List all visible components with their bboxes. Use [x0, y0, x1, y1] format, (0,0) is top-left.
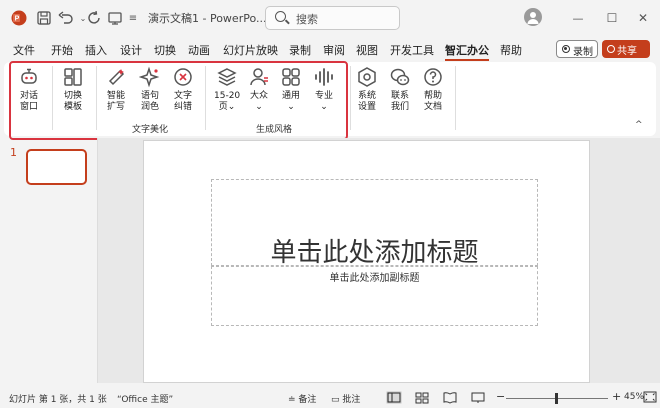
- slide-thumbnail[interactable]: [26, 149, 87, 185]
- search-input[interactable]: 搜索: [265, 6, 400, 30]
- tab-design[interactable]: 设计: [120, 42, 142, 58]
- collapse-ribbon-button[interactable]: ^: [635, 120, 643, 130]
- redo-icon[interactable]: [85, 9, 103, 27]
- contact-us-label: 联系 我们: [390, 91, 409, 112]
- zoom-out-button[interactable]: −: [496, 390, 505, 403]
- comment-icon: ▭: [331, 395, 340, 405]
- search-placeholder: 搜索: [296, 13, 318, 26]
- tab-record[interactable]: 录制: [289, 42, 311, 58]
- comments-label: 批注: [342, 395, 361, 405]
- reading-view-icon: [443, 392, 457, 404]
- chat-icon: [390, 68, 410, 86]
- from-beginning-icon[interactable]: [106, 9, 124, 27]
- maximize-button[interactable]: ☐: [603, 9, 621, 27]
- zoom-slider-thumb[interactable]: [555, 393, 558, 404]
- fit-window-icon: [643, 391, 657, 403]
- title-placeholder-text: 单击此处添加标题: [270, 238, 479, 268]
- tab-home[interactable]: 开始: [51, 42, 73, 58]
- share-button[interactable]: 共享: [602, 40, 650, 58]
- powerpoint-window: P ⌄ ≡ 演示文稿1 - PowerPo... 搜索 — ☐ ✕ 文件 开始 …: [0, 0, 660, 408]
- subtitle-placeholder-text: 单击此处添加副标题: [329, 273, 420, 284]
- tab-file[interactable]: 文件: [13, 42, 35, 58]
- slide-count: 幻灯片 第 1 张，共 1 张: [9, 395, 107, 405]
- customize-toolbar-icon[interactable]: ≡: [124, 9, 142, 27]
- zoom-in-button[interactable]: +: [612, 390, 621, 403]
- record-button[interactable]: 录制: [556, 40, 598, 58]
- search-icon: [275, 11, 286, 22]
- tab-view[interactable]: 视图: [356, 42, 378, 58]
- help-docs-button[interactable]: 帮助 文档: [422, 66, 444, 113]
- minimize-button[interactable]: —: [569, 9, 587, 27]
- save-icon[interactable]: [35, 9, 53, 27]
- notes-button[interactable]: ≐ 备注: [288, 392, 316, 405]
- svg-text:P: P: [15, 16, 20, 23]
- theme-name: “Office 主题”: [117, 395, 174, 405]
- normal-view-icon: [387, 392, 401, 403]
- ribbon-separator: [350, 66, 351, 130]
- reading-view-button[interactable]: [442, 391, 458, 404]
- share-icon: [607, 45, 615, 53]
- slide-number: 1: [10, 146, 17, 159]
- status-bar: 幻灯片 第 1 张，共 1 张 “Office 主题” ≐ 备注 ▭ 批注 − …: [0, 388, 660, 408]
- tab-help[interactable]: 帮助: [500, 42, 522, 58]
- normal-view-button[interactable]: [386, 391, 402, 404]
- tab-zhihui-office[interactable]: 智汇办公: [445, 42, 489, 61]
- tab-insert[interactable]: 插入: [85, 42, 107, 58]
- help-docs-label: 帮助 文档: [423, 91, 442, 112]
- help-icon: [424, 68, 442, 86]
- slideshow-button[interactable]: [470, 391, 486, 404]
- comments-button[interactable]: ▭ 批注: [331, 392, 360, 405]
- notes-icon: ≐: [288, 395, 296, 405]
- document-title: 演示文稿1 - PowerPo...: [148, 12, 267, 25]
- slideshow-icon: [471, 392, 485, 403]
- undo-icon[interactable]: [57, 9, 75, 27]
- powerpoint-logo-icon: P: [10, 9, 28, 27]
- title-bar: P ⌄ ≡ 演示文稿1 - PowerPo... 搜索 — ☐ ✕: [0, 0, 660, 36]
- close-button[interactable]: ✕: [634, 9, 652, 27]
- tab-animations[interactable]: 动画: [188, 42, 210, 58]
- contact-us-button[interactable]: 联系 我们: [389, 66, 411, 113]
- zoom-level[interactable]: 45%: [624, 392, 644, 402]
- settings-hex-icon: [358, 67, 376, 87]
- highlight-box: [9, 61, 348, 140]
- subtitle-placeholder[interactable]: 单击此处添加副标题: [211, 266, 538, 326]
- tab-review[interactable]: 审阅: [323, 42, 345, 58]
- system-settings-button[interactable]: 系统 设置: [356, 66, 378, 113]
- share-label: 共享: [617, 46, 637, 57]
- system-settings-label: 系统 设置: [357, 91, 376, 112]
- account-avatar[interactable]: [524, 8, 542, 26]
- tab-slideshow[interactable]: 幻灯片放映: [223, 42, 278, 58]
- record-icon: [562, 45, 570, 53]
- slide-sorter-icon: [415, 392, 429, 404]
- title-placeholder[interactable]: 单击此处添加标题: [211, 179, 538, 268]
- notes-label: 备注: [298, 395, 317, 405]
- record-label: 录制: [573, 47, 593, 58]
- slide-sorter-button[interactable]: [414, 391, 430, 404]
- tab-transitions[interactable]: 切换: [154, 42, 176, 58]
- ribbon-separator: [455, 66, 456, 130]
- tab-developer[interactable]: 开发工具: [390, 42, 434, 58]
- fit-to-window-button[interactable]: [643, 391, 659, 404]
